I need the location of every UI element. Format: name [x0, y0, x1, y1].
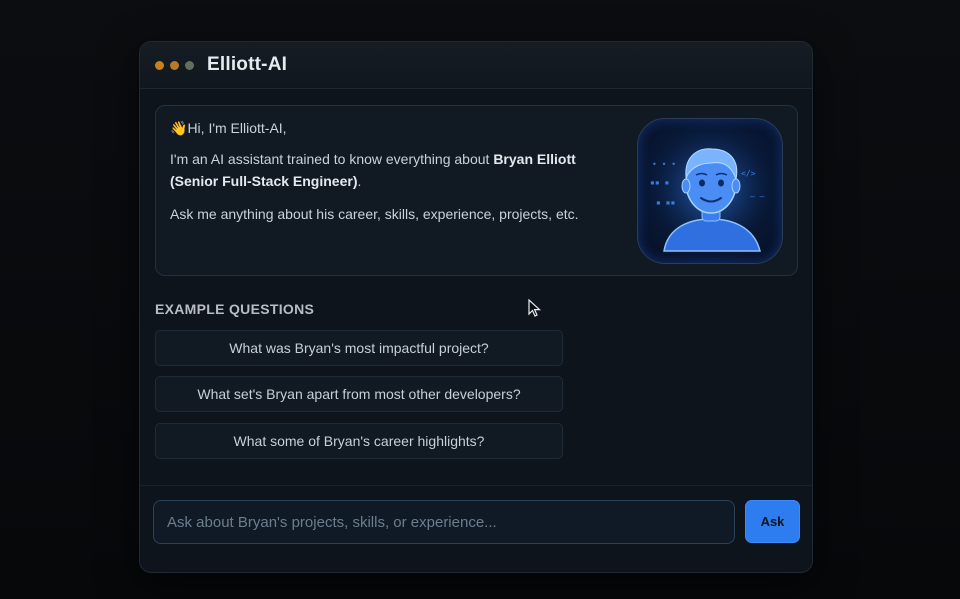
intro-description-suffix: .	[357, 173, 362, 189]
window-dot-close[interactable]	[155, 60, 164, 70]
svg-text:▪▪ ▪: ▪▪ ▪	[650, 178, 669, 187]
window-dot-maximize[interactable]	[185, 60, 194, 70]
avatar: </> • • • ▪▪ ▪ — — ▪ ▪▪	[637, 118, 783, 264]
example-questions-heading: EXAMPLE QUESTIONS	[155, 301, 315, 317]
intro-prompt: Ask me anything about his career, skills…	[170, 206, 579, 222]
svg-text:— —: — —	[750, 192, 765, 201]
window-dot-minimize[interactable]	[170, 60, 179, 70]
waving-hand-icon: 👋	[170, 120, 188, 136]
example-question-2[interactable]: What set's Bryan apart from most other d…	[155, 376, 563, 412]
chat-window: Elliott-AI 👋Hi, I'm Elliott-AI, I'm an A…	[139, 41, 813, 573]
intro-greeting: 👋Hi, I'm Elliott-AI,	[170, 117, 287, 139]
avatar-illustration-icon: </> • • • ▪▪ ▪ — — ▪ ▪▪	[649, 127, 773, 252]
app-title: Elliott-AI	[207, 54, 288, 75]
ask-button[interactable]: Ask	[745, 500, 800, 543]
svg-text:• • •: • • •	[652, 160, 676, 169]
intro-card: 👋Hi, I'm Elliott-AI, I'm an AI assistant…	[155, 105, 798, 276]
svg-text:</>: </>	[741, 169, 756, 178]
composer: Ask	[140, 485, 812, 572]
mouse-pointer-icon	[528, 299, 542, 317]
chat-input[interactable]	[153, 500, 735, 544]
title-bar: Elliott-AI	[140, 42, 812, 89]
intro-description: I'm an AI assistant trained to know ever…	[170, 148, 610, 192]
example-question-3[interactable]: What some of Bryan's career highlights?	[155, 423, 563, 459]
svg-text:▪ ▪▪: ▪ ▪▪	[656, 198, 675, 207]
intro-description-text: I'm an AI assistant trained to know ever…	[170, 151, 494, 167]
example-question-1[interactable]: What was Bryan's most impactful project?	[155, 330, 563, 366]
greeting-text: Hi, I'm Elliott-AI,	[187, 120, 287, 136]
